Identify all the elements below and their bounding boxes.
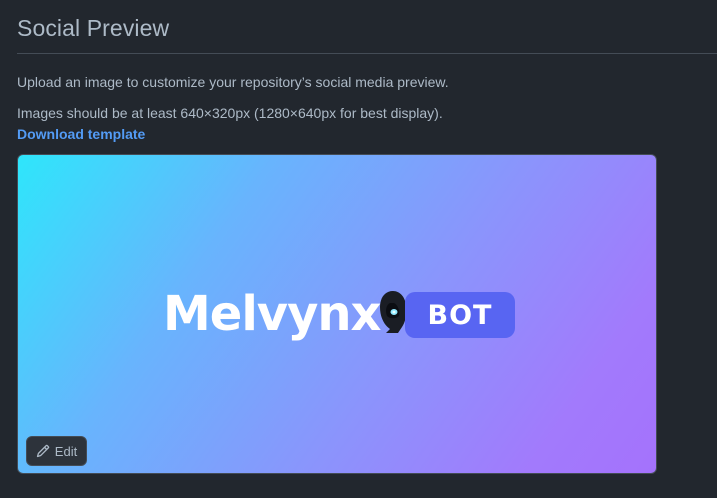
- section-title: Social Preview: [17, 15, 170, 41]
- social-preview-settings: Social Preview Upload an image to custom…: [0, 0, 717, 498]
- brand-name: Melvynx: [163, 286, 381, 342]
- size-requirement-text: Images should be at least 640×320px (128…: [17, 105, 443, 121]
- edit-button[interactable]: Edit: [26, 436, 87, 466]
- bot-badge: BOT: [405, 292, 515, 338]
- social-preview-image: Melvynx BOT Edit: [17, 154, 657, 474]
- download-template-link[interactable]: Download template: [17, 126, 145, 142]
- brand-logo: Melvynx: [163, 286, 410, 342]
- pencil-icon: [36, 444, 49, 458]
- edit-button-label: Edit: [54, 443, 78, 459]
- description-text: Upload an image to customize your reposi…: [17, 74, 449, 90]
- section-divider: [17, 53, 717, 54]
